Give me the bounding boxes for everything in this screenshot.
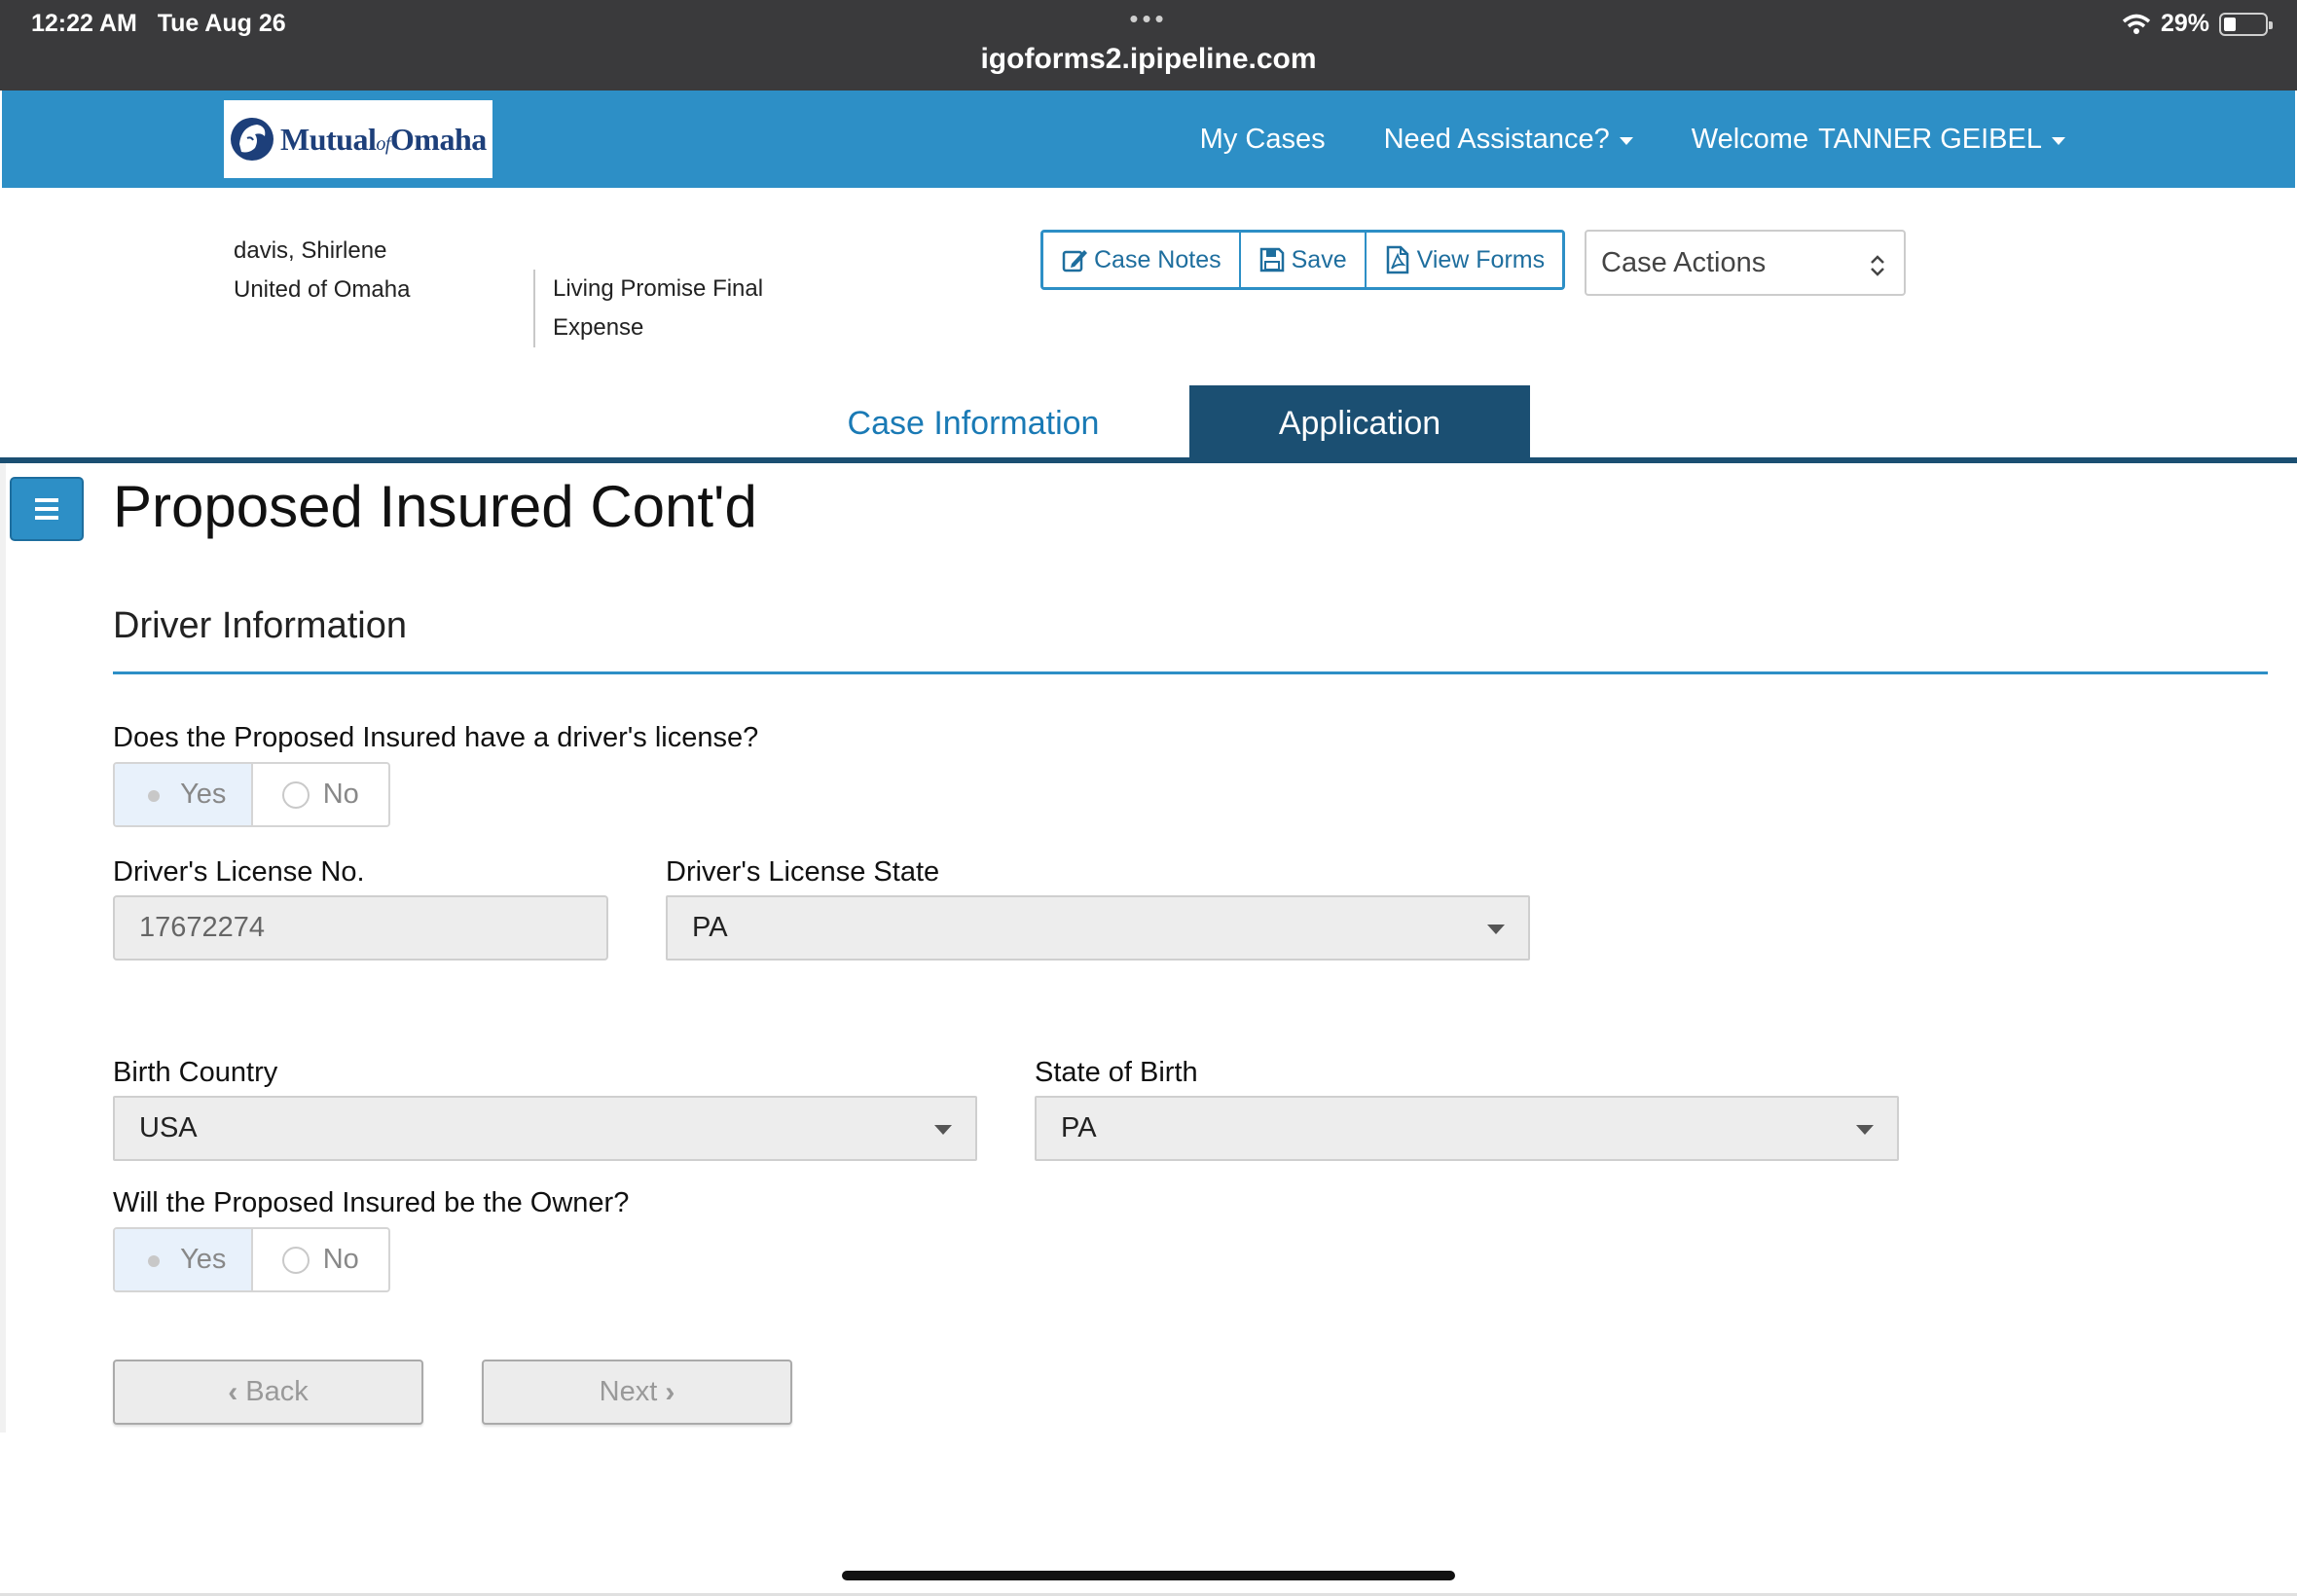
address-bar-url[interactable]: igoforms2.ipipeline.com (980, 43, 1316, 76)
caret-down-icon (2052, 137, 2065, 145)
view-forms-button[interactable]: View Forms (1366, 233, 1563, 287)
nav-need-assistance-label: Need Assistance? (1383, 123, 1610, 155)
license-yes-label: Yes (180, 779, 227, 810)
next-label: Next (599, 1376, 658, 1407)
status-time: 12:22 AM Tue Aug 26 (31, 10, 286, 37)
birth-country-select[interactable]: USA (113, 1096, 977, 1161)
chevron-right-icon: › (665, 1375, 675, 1408)
case-actions-label: Case Actions (1601, 246, 1767, 278)
license-state-value: PA (692, 912, 728, 943)
hamburger-bar (35, 498, 58, 502)
license-yes-option[interactable]: Yes (115, 764, 253, 825)
tab-underline (0, 457, 2297, 463)
license-number-field[interactable]: 17672274 (113, 895, 608, 961)
section-title: Driver Information (113, 605, 407, 646)
owner-no-label: No (322, 1244, 359, 1275)
status-indicators: 29% (2122, 10, 2273, 38)
logo-wordmark: MutualofOmaha (280, 121, 487, 157)
birth-country-value: USA (139, 1112, 198, 1143)
radio-empty-icon (281, 780, 310, 809)
status-bar: 12:22 AM Tue Aug 26 ••• igoforms2.ipipel… (0, 0, 2297, 91)
state-of-birth-label: State of Birth (1035, 1057, 1198, 1088)
battery-percent: 29% (2160, 10, 2209, 37)
owner-question: Will the Proposed Insured be the Owner? (113, 1187, 630, 1218)
welcome-label: Welcome (1691, 123, 1809, 155)
battery-level (2224, 17, 2237, 31)
company-name: United of Omaha (234, 276, 411, 303)
section-divider (113, 671, 2268, 674)
state-of-birth-value: PA (1061, 1112, 1097, 1143)
save-label: Save (1291, 245, 1347, 273)
hamburger-bar (35, 507, 58, 511)
user-name: TANNER GEIBEL (1818, 123, 2042, 155)
page-title: Proposed Insured Cont'd (113, 474, 757, 539)
owner-radio-group: Yes No (113, 1227, 390, 1292)
battery-icon (2219, 12, 2273, 36)
floppy-disk-icon (1259, 247, 1284, 272)
tab-application[interactable]: Application (1189, 385, 1530, 461)
license-radio-group: Yes No (113, 762, 390, 827)
radio-selected-icon (139, 781, 166, 809)
save-button[interactable]: Save (1240, 233, 1367, 287)
view-forms-label: View Forms (1416, 245, 1546, 273)
owner-yes-label: Yes (180, 1244, 227, 1275)
multitask-dots[interactable]: ••• (1129, 4, 1167, 34)
pdf-file-icon (1386, 245, 1408, 274)
status-date: Tue Aug 26 (157, 10, 286, 37)
nav-my-cases-label: My Cases (1199, 123, 1326, 155)
case-client-info: davis, Shirlene United of Omaha (234, 232, 410, 309)
birth-country-label: Birth Country (113, 1057, 278, 1088)
mutual-of-omaha-logo[interactable]: MutualofOmaha (224, 100, 492, 178)
case-button-group: Case Notes Save View Forms (1040, 230, 1566, 290)
case-actions-select[interactable]: Case Actions (1585, 230, 1906, 296)
license-no-label: No (322, 779, 359, 810)
radio-selected-icon (139, 1247, 166, 1274)
nav-need-assistance[interactable]: Need Assistance? (1384, 124, 1633, 156)
wifi-icon (2122, 14, 2151, 34)
top-navbar: MutualofOmaha My Cases Need Assistance? … (2, 91, 2295, 188)
license-state-select[interactable]: PA (666, 895, 1530, 961)
lion-logo-icon (231, 118, 273, 161)
tab-case-information[interactable]: Case Information (837, 385, 1110, 461)
case-notes-button[interactable]: Case Notes (1043, 233, 1241, 287)
back-button[interactable]: ‹ Back (113, 1360, 423, 1425)
caret-down-icon (934, 1125, 952, 1135)
caret-down-icon (1856, 1125, 1874, 1135)
chevron-left-icon: ‹ (228, 1375, 238, 1408)
nav-my-cases[interactable]: My Cases (1200, 124, 1326, 156)
nav-links: My Cases Need Assistance? Welcome TANNER … (1200, 91, 2065, 188)
caret-down-icon (1487, 925, 1505, 934)
license-no-option[interactable]: No (253, 764, 389, 825)
owner-yes-option[interactable]: Yes (115, 1229, 253, 1290)
license-state-label: Driver's License State (666, 856, 940, 888)
nav-user-menu[interactable]: Welcome TANNER GEIBEL (1692, 124, 2065, 156)
sidebar-edge (0, 463, 6, 1433)
hamburger-bar (35, 516, 58, 520)
owner-no-option[interactable]: No (253, 1229, 389, 1290)
caret-down-icon (1619, 137, 1633, 145)
home-indicator[interactable] (842, 1571, 1455, 1580)
edit-icon (1062, 250, 1087, 272)
case-notes-label: Case Notes (1094, 245, 1221, 273)
state-of-birth-select[interactable]: PA (1035, 1096, 1899, 1161)
next-button[interactable]: Next › (482, 1360, 792, 1425)
license-number-label: Driver's License No. (113, 856, 365, 888)
hamburger-menu-button[interactable] (10, 477, 84, 541)
client-name: davis, Shirlene (234, 237, 387, 264)
radio-empty-icon (281, 1246, 310, 1274)
back-label: Back (245, 1376, 309, 1407)
select-updown-icon (1871, 255, 1884, 276)
product-name: Living Promise Final Expense (533, 270, 786, 347)
license-question: Does the Proposed Insured have a driver'… (113, 722, 759, 753)
